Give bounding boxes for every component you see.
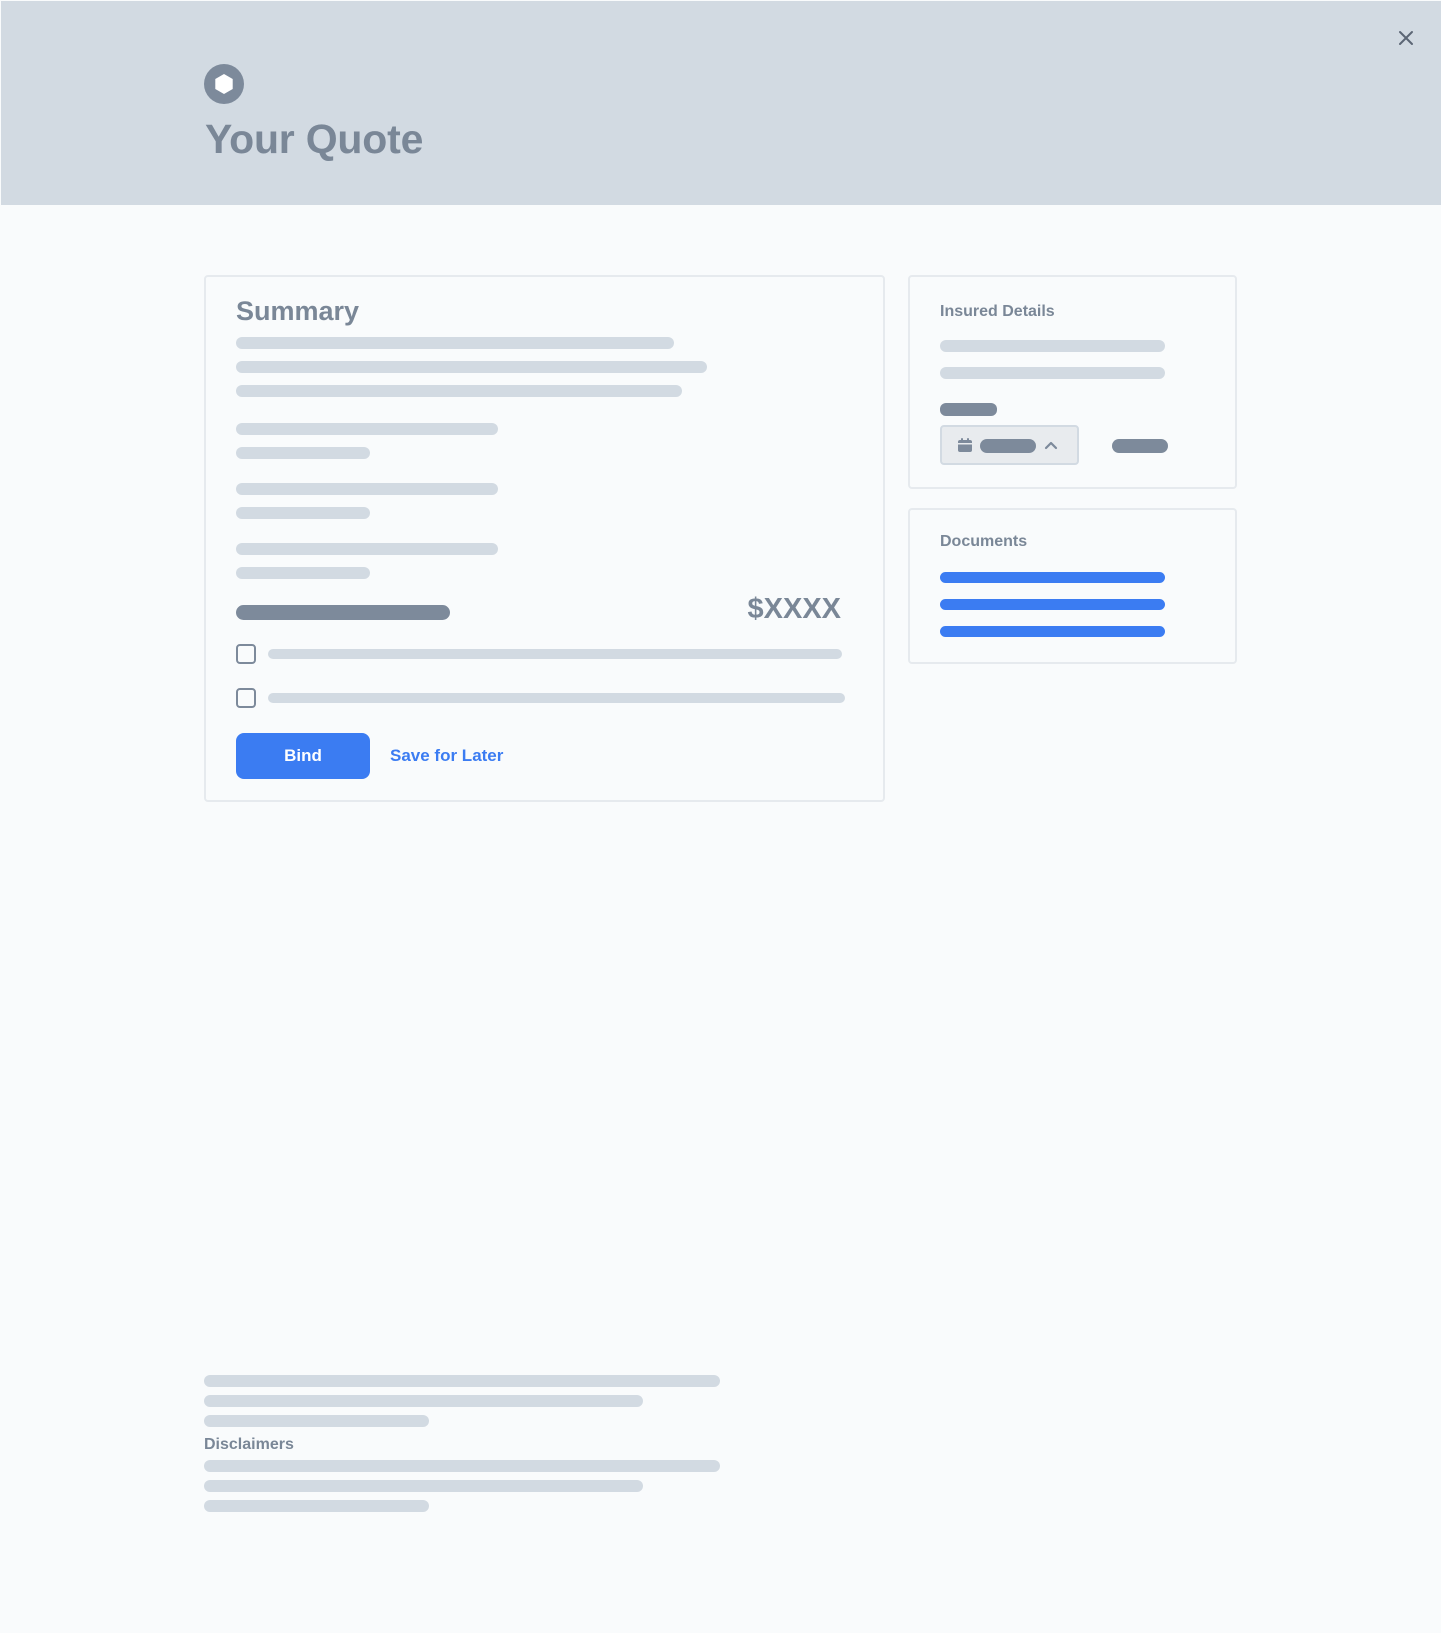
insured-placeholder-line [940, 340, 1165, 352]
summary-detail-value [236, 507, 370, 519]
quote-price: $XXXX [747, 593, 842, 625]
summary-card: Summary $XXXX Bind Save for Later [204, 275, 885, 802]
chevron-up-icon [1044, 441, 1058, 450]
insured-details-card: Insured Details [908, 275, 1237, 489]
document-link[interactable] [940, 626, 1165, 637]
insured-placeholder-line [940, 367, 1165, 379]
close-icon[interactable] [1394, 26, 1418, 50]
summary-title: Summary [236, 296, 360, 326]
terms-checkbox-1-label [268, 649, 842, 659]
disclaimer-placeholder-line [204, 1460, 720, 1472]
summary-detail-value [236, 447, 370, 459]
disclaimer-placeholder-line [204, 1500, 429, 1512]
summary-placeholder-line [236, 337, 674, 349]
summary-detail-value [236, 567, 370, 579]
terms-checkbox-2-label [268, 693, 845, 703]
insured-details-title: Insured Details [940, 303, 1055, 320]
summary-detail-label [236, 423, 498, 435]
document-link[interactable] [940, 572, 1165, 583]
document-link[interactable] [940, 599, 1165, 610]
summary-placeholder-line [236, 385, 682, 397]
disclaimers-title: Disclaimers [204, 1436, 294, 1453]
effective-date-label-placeholder [940, 403, 997, 416]
summary-detail-label [236, 483, 498, 495]
page-header: Your Quote [1, 1, 1441, 205]
documents-title: Documents [940, 533, 1028, 550]
hexagon-logo-icon [204, 64, 244, 104]
terms-checkbox-2[interactable] [236, 688, 256, 708]
date-secondary-placeholder [1112, 439, 1168, 453]
page-title: Your Quote [205, 116, 424, 162]
bind-button[interactable]: Bind [236, 733, 370, 779]
save-for-later-link[interactable]: Save for Later [390, 745, 503, 767]
disclaimer-placeholder-line [204, 1415, 429, 1427]
summary-placeholder-line [236, 361, 707, 373]
total-label-placeholder [236, 605, 450, 620]
effective-date-picker[interactable] [940, 425, 1079, 465]
terms-checkbox-1[interactable] [236, 644, 256, 664]
calendar-icon [958, 438, 972, 452]
disclaimer-placeholder-line [204, 1395, 643, 1407]
disclaimer-placeholder-line [204, 1480, 643, 1492]
documents-card: Documents [908, 508, 1237, 664]
disclaimer-placeholder-line [204, 1375, 720, 1387]
summary-detail-label [236, 543, 498, 555]
date-value-placeholder [980, 439, 1036, 453]
